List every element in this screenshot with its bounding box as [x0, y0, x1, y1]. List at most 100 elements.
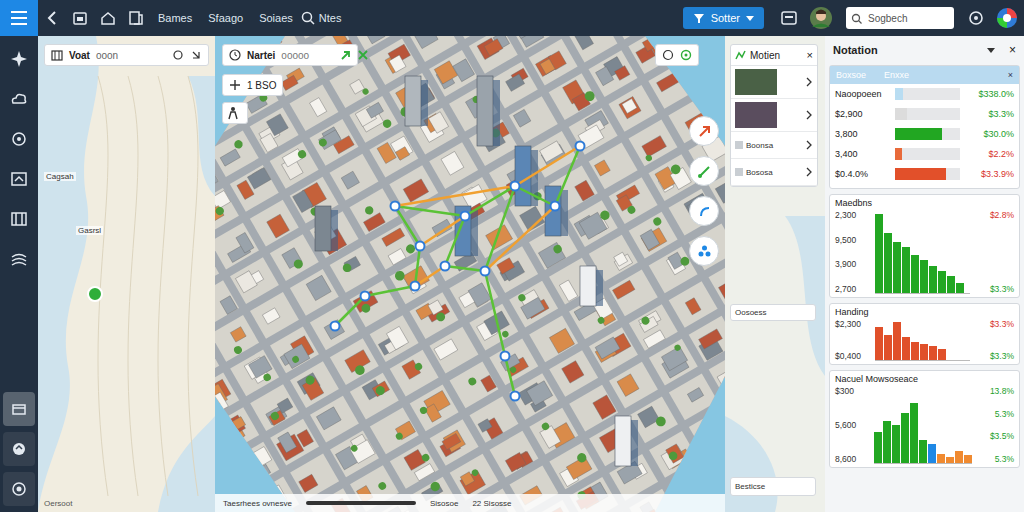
nav-link[interactable]: Sfaago — [200, 12, 251, 24]
sidebar-item[interactable] — [3, 432, 35, 466]
sidebar-item[interactable] — [3, 392, 35, 426]
map-shape — [290, 361, 339, 408]
axis-tick: 5,600 — [835, 420, 870, 430]
map-tool-icon — [697, 124, 712, 139]
swatch — [735, 168, 743, 176]
map-tool-button[interactable] — [689, 196, 719, 226]
notes-link[interactable]: Ntes — [315, 12, 350, 24]
map-shape — [395, 431, 404, 440]
logo-icon — [996, 7, 1018, 29]
map-shape — [455, 206, 471, 256]
map-shape — [629, 304, 678, 351]
close-button[interactable]: × — [1008, 70, 1013, 80]
motion-footer-button[interactable]: Besticse — [730, 477, 816, 496]
motion-row[interactable] — [731, 66, 817, 99]
motion-row[interactable] — [731, 99, 817, 132]
nav-link[interactable]: Bames — [150, 12, 200, 24]
map-shape — [310, 119, 359, 166]
city-search-text[interactable]: Nartei — [247, 50, 275, 61]
map-shape — [236, 232, 254, 253]
motion-row[interactable]: Boonsa — [731, 132, 817, 159]
avatar-icon — [809, 6, 833, 30]
calendar-button[interactable] — [66, 0, 94, 36]
map-shape — [291, 355, 300, 364]
close-button[interactable]: × — [1001, 43, 1016, 57]
layers-button[interactable] — [222, 102, 248, 124]
map-shape — [414, 464, 434, 481]
map-tool-button[interactable] — [689, 156, 719, 186]
sidebar-item[interactable] — [3, 40, 35, 78]
map-shape — [316, 407, 341, 430]
map-shape — [538, 242, 565, 268]
map-shape — [232, 417, 246, 430]
sidebar-item[interactable] — [3, 472, 35, 506]
map-tool-button[interactable] — [689, 116, 719, 146]
shield-button[interactable] — [94, 0, 122, 36]
map-shape — [128, 76, 138, 496]
sidebar-item[interactable] — [3, 120, 35, 158]
map-shape — [215, 61, 219, 108]
map-shape — [233, 345, 244, 356]
map-shape — [318, 137, 329, 148]
chart-reading-text: $2.8% — [990, 210, 1014, 220]
map-shape — [450, 362, 499, 409]
map-shape — [549, 328, 574, 353]
menu-button[interactable] — [0, 0, 38, 36]
close-button[interactable]: × — [807, 49, 813, 61]
map-shape — [390, 258, 439, 305]
search-input[interactable] — [866, 12, 949, 25]
chart-readings: 13.8%5.3%$3.5%5.3% — [976, 386, 1014, 464]
map-shape — [350, 79, 365, 94]
map-shape — [364, 205, 375, 216]
network-node — [391, 202, 400, 211]
map-shape — [429, 142, 478, 189]
map-shape — [649, 431, 698, 478]
filter-label[interactable]: Sotter — [711, 12, 740, 24]
search-icon — [301, 11, 315, 25]
logo-button[interactable] — [990, 0, 1024, 36]
overview-map[interactable]: VoatooonCagsahGasrslOersoot — [38, 36, 215, 512]
summary-bar-track — [895, 168, 960, 180]
back-button[interactable] — [38, 0, 66, 36]
motion-row[interactable]: Bososa — [731, 159, 817, 186]
chart-axis: $3005,6008,600 — [835, 386, 870, 464]
map-tool-icon — [697, 204, 712, 219]
dropdown-icon[interactable] — [987, 48, 995, 53]
map-shape — [471, 468, 480, 477]
city-map[interactable]: Narteiooooo1 BSOTaesrhees ovnesveSisosoe… — [215, 36, 725, 512]
map-shape — [262, 308, 280, 324]
window-button[interactable] — [774, 0, 804, 36]
city-scene — [215, 36, 725, 512]
city-search[interactable]: Nartei ooooo — [222, 44, 358, 66]
search-field[interactable] — [846, 7, 954, 29]
nav-link[interactable]: Soiaes — [251, 12, 301, 24]
summary-value: $338.0% — [964, 89, 1014, 99]
sidebar-item[interactable] — [3, 160, 35, 198]
axis-tick: $300 — [835, 386, 870, 396]
chart-reading: $3.3% — [974, 284, 1014, 294]
sidebar-item[interactable] — [3, 200, 35, 238]
app: BamesSfaagoSoiaes Ntes Sotter VoatooonCagsa… — [0, 0, 1024, 512]
city-search-hint: ooooo — [281, 50, 309, 61]
map-shape — [569, 108, 618, 155]
filter-button[interactable]: Sotter — [683, 7, 764, 29]
motion-list-item[interactable]: Oosoess — [735, 308, 811, 317]
sidebar-item[interactable] — [3, 80, 35, 118]
summary-value-text: $3.3% — [988, 109, 1014, 119]
map-icon — [51, 49, 63, 61]
map-shape — [410, 385, 459, 432]
map-shape — [669, 373, 718, 420]
timeline-scrollbar[interactable] — [306, 501, 416, 505]
avatar-button[interactable] — [804, 0, 838, 36]
motion-row-label: Bososa — [743, 168, 805, 177]
chart-bar — [938, 349, 946, 360]
map-shape — [377, 481, 387, 491]
map-shape — [329, 61, 378, 108]
help-button[interactable] — [962, 0, 990, 36]
pages-button[interactable] — [122, 0, 150, 36]
map-tool-button[interactable] — [689, 236, 719, 266]
network-link — [445, 266, 485, 271]
refresh-icon — [172, 49, 184, 61]
sidebar-item[interactable] — [3, 240, 35, 278]
map-shape — [434, 61, 457, 84]
